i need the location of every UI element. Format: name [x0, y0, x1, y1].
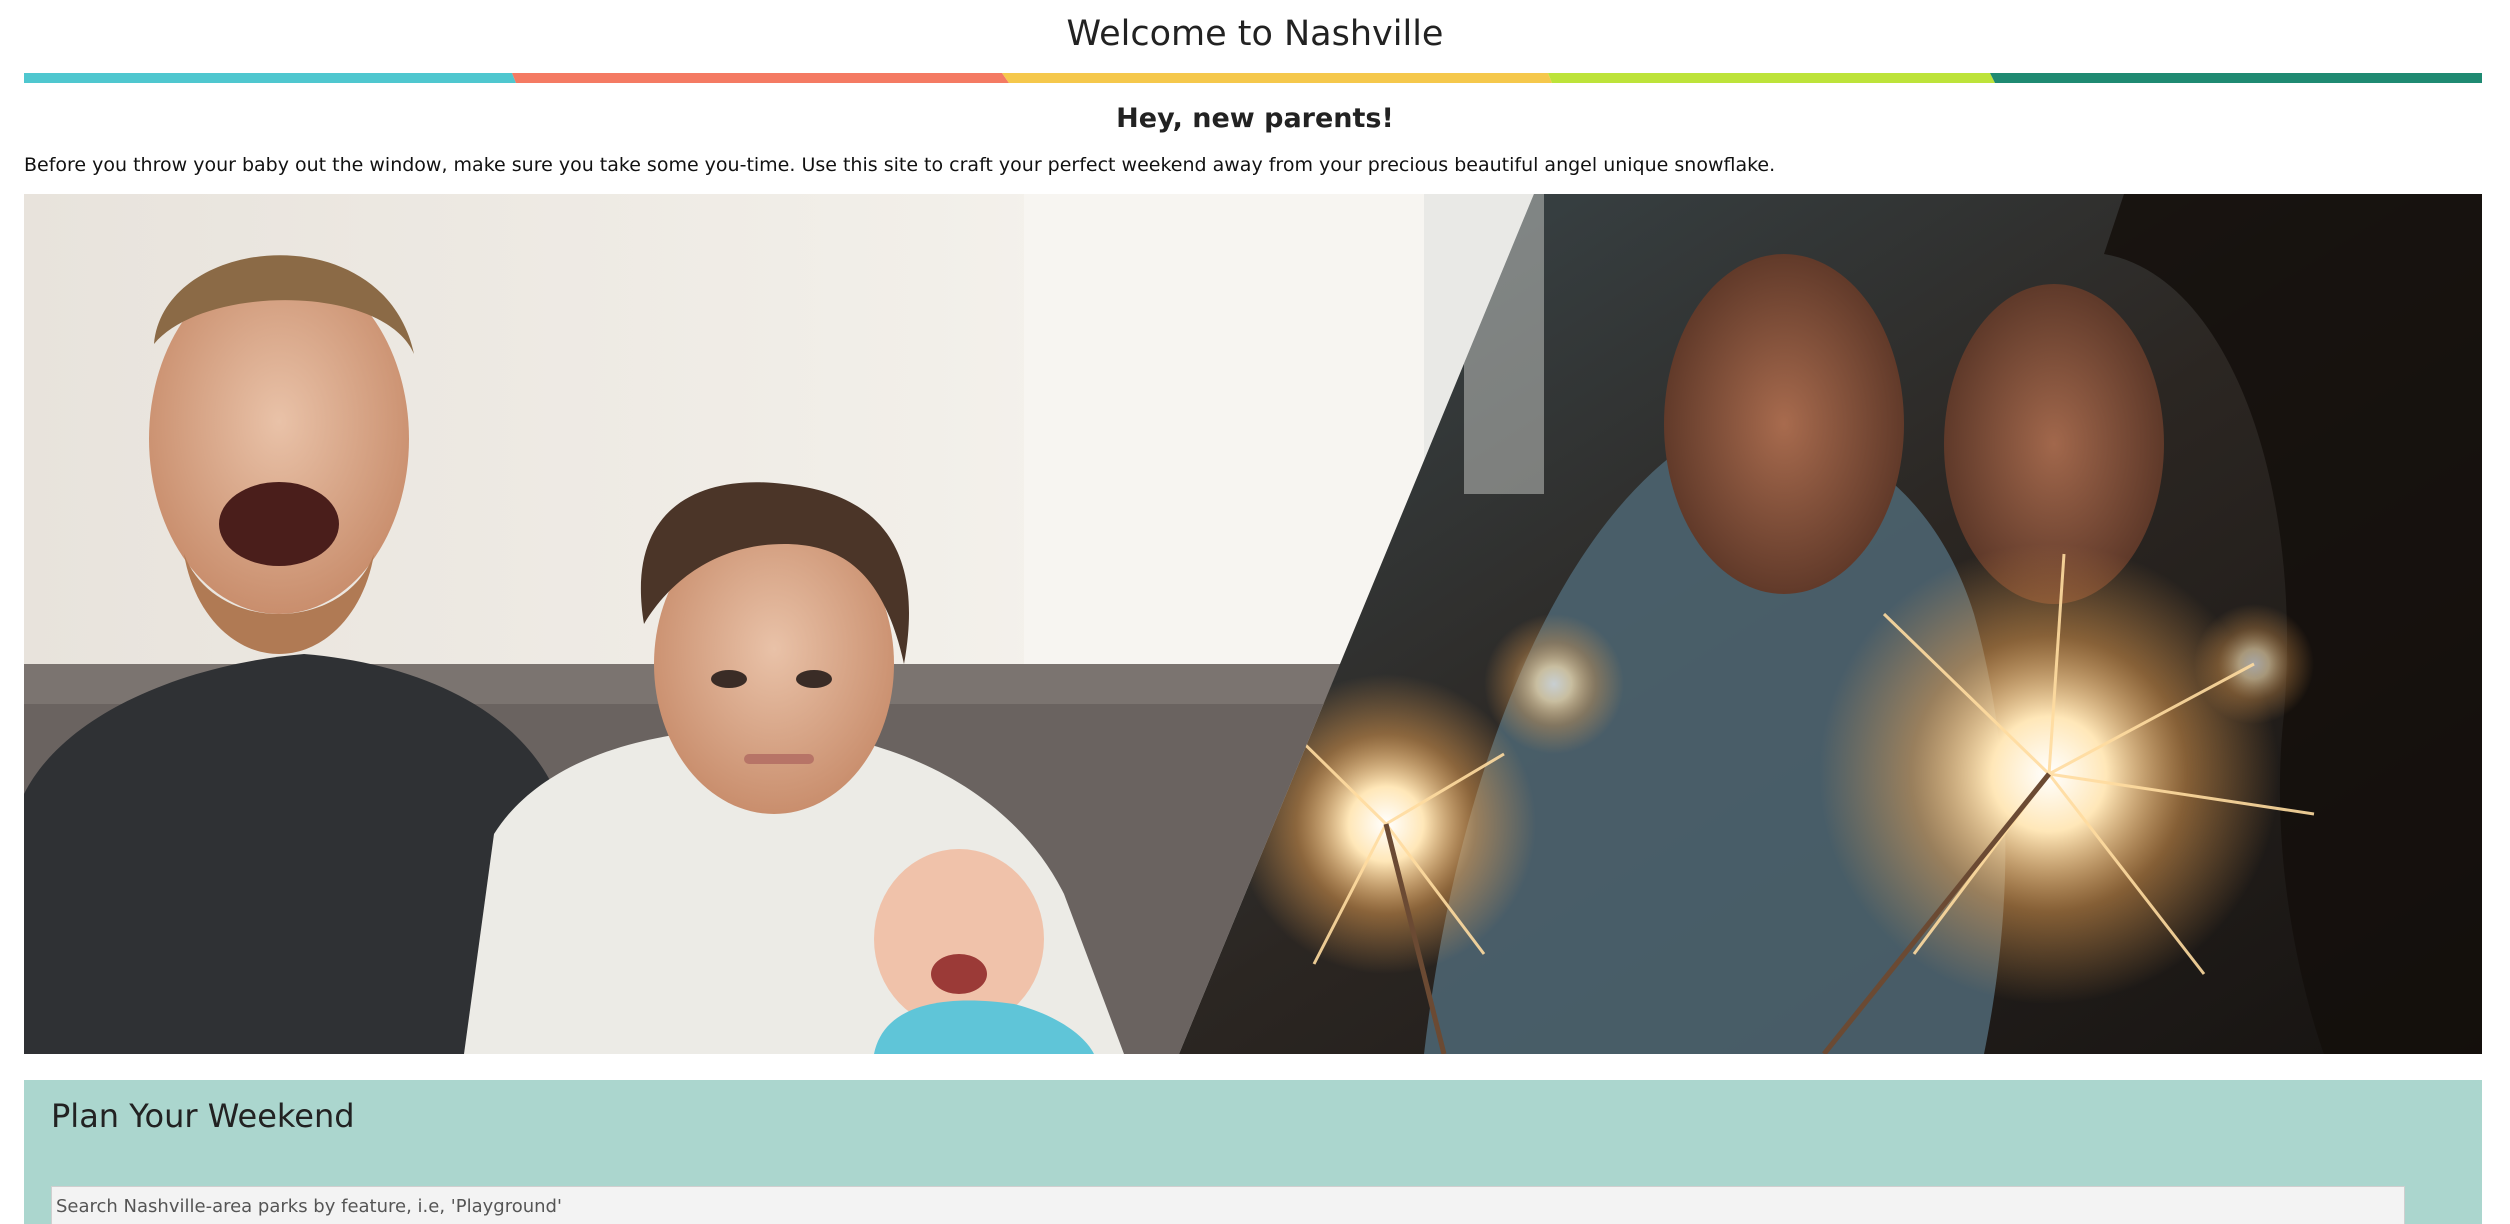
rainbow-segment-green: [1990, 73, 2482, 83]
plan-weekend-panel: Plan Your Weekend: [24, 1080, 2482, 1224]
intro-text: Before you throw your baby out the windo…: [24, 154, 1776, 176]
rainbow-segment-lime: [1548, 73, 1995, 83]
plan-weekend-title: Plan Your Weekend: [51, 1097, 355, 1135]
hero-image: [24, 194, 2482, 1054]
park-search-input[interactable]: [51, 1186, 2405, 1224]
rainbow-segment-yellow: [1002, 73, 1552, 83]
rainbow-segment-coral: [512, 73, 1009, 83]
rainbow-divider: [24, 73, 2482, 83]
site-title: Welcome to Nashville: [1066, 14, 1444, 54]
page: Welcome to Nashville Hey, new parents! B…: [0, 0, 2510, 1224]
hero-subtitle: Hey, new parents!: [1116, 103, 1394, 134]
rainbow-segment-teal: [24, 73, 516, 83]
